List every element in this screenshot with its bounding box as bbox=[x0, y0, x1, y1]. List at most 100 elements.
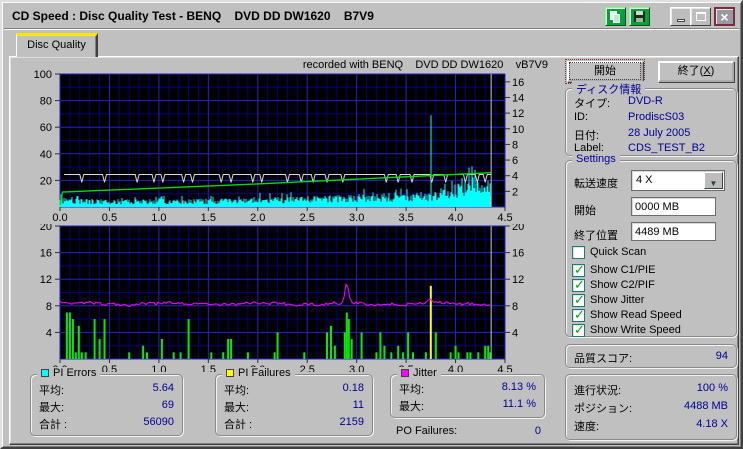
quality-score-group: 品質スコア: 94 bbox=[565, 344, 737, 368]
pi-errors-speed-chart: 100 80 60 40 20 16 14 12 10 8 6 4 2 0.0 0.5 1.0 1.5 2.0 2.… bbox=[34, 69, 525, 224]
disc-type-label: タイプ: bbox=[574, 98, 611, 110]
check-icon: ✓ bbox=[574, 306, 585, 322]
jitter-avg-value: 8.13 % bbox=[501, 381, 536, 393]
svg-text:1.0: 1.0 bbox=[151, 364, 166, 372]
speed-select-value: 4 X bbox=[636, 174, 653, 186]
minimize-button[interactable] bbox=[670, 7, 691, 26]
progress-group: 進行状況: 100 % ポジション: 4488 MB 速度: 4.18 X bbox=[565, 374, 737, 440]
exit-button[interactable]: 終了(X) bbox=[658, 61, 734, 82]
svg-text:1.0: 1.0 bbox=[151, 212, 166, 224]
copy-icon bbox=[609, 10, 622, 23]
checkbox-show-read-speed[interactable]: ✓ Show Read Speed bbox=[572, 306, 682, 322]
svg-text:0.5: 0.5 bbox=[102, 212, 117, 224]
checkbox-show-jitter[interactable]: ✓ Show Jitter bbox=[572, 291, 644, 307]
po-failures-label: PO Failures: bbox=[396, 425, 458, 437]
svg-text:12: 12 bbox=[512, 274, 524, 286]
pi-errors-summary-title: PI Errors bbox=[53, 367, 97, 379]
disc-date-value: 28 July 2005 bbox=[628, 127, 691, 139]
svg-text:20: 20 bbox=[40, 224, 52, 233]
disc-type-value: DVD-R bbox=[628, 95, 663, 107]
speed-select[interactable]: 4 X ▼ bbox=[631, 170, 725, 191]
pi-failures-max-label: 最大: bbox=[224, 402, 250, 414]
checkbox-box: ✓ bbox=[572, 261, 585, 277]
app-window: CD Speed : Disc Quality Test - BENQ DVD … bbox=[0, 0, 743, 449]
progress-label: 進行状況: bbox=[574, 385, 622, 397]
svg-text:0.0: 0.0 bbox=[52, 212, 67, 224]
tab-disc-quality[interactable]: Disc Quality bbox=[16, 33, 98, 57]
svg-text:12: 12 bbox=[40, 274, 52, 286]
svg-text:4: 4 bbox=[46, 327, 52, 339]
pi-errors-total-label: 合計 : bbox=[39, 419, 68, 431]
pi-failures-total-value: 2159 bbox=[339, 416, 364, 428]
maximize-button[interactable] bbox=[690, 7, 711, 26]
start-button[interactable]: 開始 bbox=[565, 59, 645, 84]
svg-text:2.5: 2.5 bbox=[300, 212, 315, 224]
svg-text:4: 4 bbox=[512, 327, 518, 339]
jitter-avg-label: 平均: bbox=[399, 384, 425, 396]
jitter-max-value: 11.1 % bbox=[502, 398, 536, 410]
pi-failures-summary-group: PI Failures 平均: 0.18 最大: 11 合計 : 2159 bbox=[215, 367, 373, 436]
svg-text:100: 100 bbox=[34, 69, 52, 81]
checkbox-show-c2-pif[interactable]: ✓ Show C2/PIF bbox=[572, 277, 655, 292]
minimize-icon bbox=[676, 19, 685, 22]
disc-label-value: CDS_TEST_B2 bbox=[628, 142, 706, 154]
pi-errors-max-label: 最大: bbox=[39, 402, 65, 414]
pi-errors-avg-value: 5.64 bbox=[152, 382, 174, 394]
svg-text:16: 16 bbox=[512, 248, 524, 260]
check-icon: ✓ bbox=[574, 291, 585, 307]
svg-text:10: 10 bbox=[512, 124, 524, 136]
pi-errors-total-value: 56090 bbox=[143, 416, 174, 428]
end-position-input[interactable] bbox=[631, 222, 716, 241]
jitter-summary-title: Jitter bbox=[413, 367, 437, 379]
svg-text:16: 16 bbox=[512, 77, 524, 89]
close-button[interactable]: × bbox=[714, 7, 735, 26]
maximize-icon bbox=[695, 12, 706, 21]
start-position-input[interactable] bbox=[631, 197, 716, 216]
disc-id-value: ProdiscS03 bbox=[628, 111, 685, 123]
jitter-legend-icon bbox=[401, 369, 409, 377]
svg-text:14: 14 bbox=[512, 92, 524, 104]
svg-text:60: 60 bbox=[40, 122, 52, 134]
end-position-label: 終了位置 bbox=[574, 230, 618, 242]
svg-text:4: 4 bbox=[512, 171, 518, 183]
checkbox-box: ✓ bbox=[572, 277, 585, 292]
close-icon: × bbox=[720, 8, 729, 25]
pi-failures-legend-icon bbox=[226, 369, 234, 377]
pi-errors-legend-icon bbox=[41, 369, 49, 377]
position-value: 4488 MB bbox=[683, 400, 728, 412]
chevron-down-icon: ▼ bbox=[709, 179, 718, 188]
svg-text:8: 8 bbox=[512, 301, 518, 313]
svg-text:4.0: 4.0 bbox=[448, 364, 463, 372]
checkbox-show-write-speed[interactable]: ✓ Show Write Speed bbox=[572, 321, 681, 337]
checkbox-quick-scan[interactable]: ✓ Quick Scan bbox=[572, 245, 646, 259]
speed-label: 転送速度 bbox=[574, 178, 618, 190]
pi-errors-summary-group: PI Errors 平均: 5.64 最大: 69 合計 : 56090 bbox=[30, 367, 183, 436]
titlebar: CD Speed : Disc Quality Test - BENQ DVD … bbox=[4, 4, 739, 29]
speed-select-dropdown-button[interactable]: ▼ bbox=[704, 172, 723, 189]
svg-text:16: 16 bbox=[40, 248, 52, 260]
svg-text:2.0: 2.0 bbox=[250, 212, 265, 224]
svg-text:20: 20 bbox=[40, 175, 52, 187]
svg-text:1.5: 1.5 bbox=[201, 212, 216, 224]
pi-failures-jitter-chart: 20161284201612840.00.51.01.52.02.53.03.5… bbox=[40, 224, 525, 372]
svg-text:4.5: 4.5 bbox=[497, 364, 512, 372]
svg-text:0.5: 0.5 bbox=[102, 364, 117, 372]
disc-date-label: 日付: bbox=[574, 130, 600, 142]
check-icon: ✓ bbox=[574, 321, 585, 337]
pi-failures-total-label: 合計 : bbox=[224, 419, 253, 431]
checkbox-show-c1-pie[interactable]: ✓ Show C1/PIE bbox=[572, 261, 655, 277]
position-label: ポジション: bbox=[574, 403, 633, 415]
progress-value: 100 % bbox=[696, 382, 728, 394]
checkbox-box: ✓ bbox=[572, 321, 585, 337]
save-button[interactable] bbox=[629, 7, 650, 26]
settings-group: Settings 転送速度 4 X ▼ 開始 終了位置 ✓ Quick Scan… bbox=[565, 153, 737, 337]
quality-score-value: 94 bbox=[715, 350, 728, 362]
po-failures-value: 0 bbox=[534, 425, 541, 437]
check-icon: ✓ bbox=[574, 261, 585, 277]
svg-text:20: 20 bbox=[512, 224, 524, 233]
pi-errors-max-value: 69 bbox=[161, 399, 174, 411]
svg-text:8: 8 bbox=[512, 139, 518, 151]
copy-button[interactable] bbox=[605, 7, 626, 26]
checkbox-box: ✓ bbox=[572, 291, 585, 307]
pi-failures-avg-value: 0.18 bbox=[342, 382, 364, 394]
